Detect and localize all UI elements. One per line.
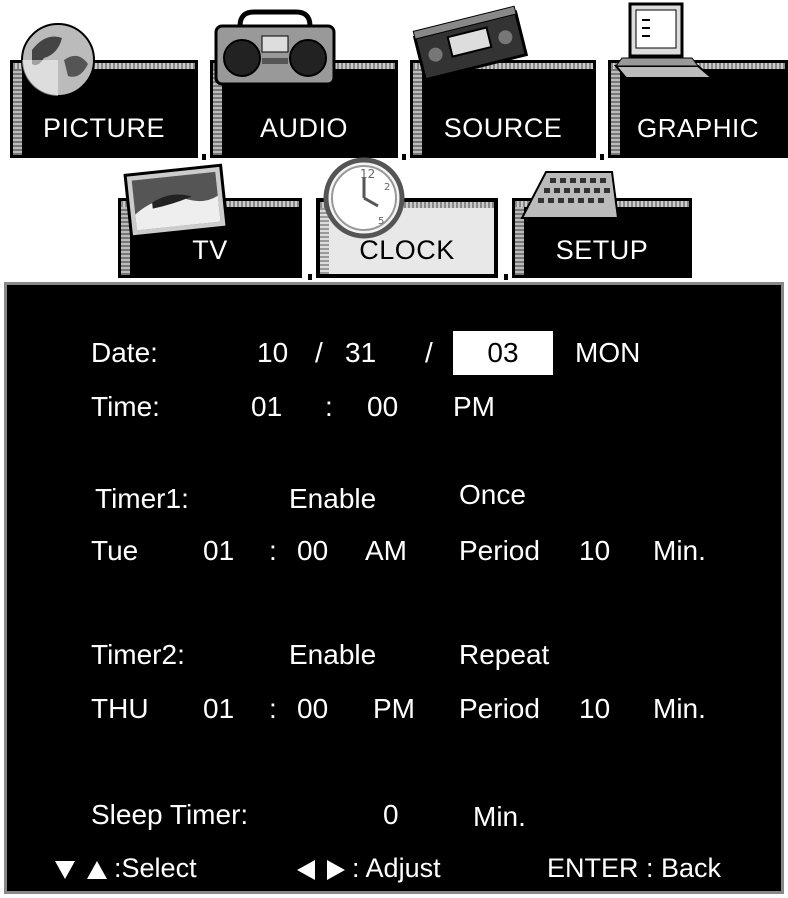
svg-text:5: 5 [378,216,384,227]
timer1-minute[interactable]: 00 [297,535,328,567]
tab-audio-label: AUDIO [259,113,348,143]
date-separator-2: / [425,337,433,368]
tab-source-label: SOURCE [443,113,563,143]
time-separator: : [325,391,333,422]
timer2-ampm[interactable]: PM [373,693,415,725]
timer2-period-value[interactable]: 10 [579,693,610,725]
right-arrow-icon [326,859,345,880]
clock-settings-panel: Date: 10 / 31 / 03 MON Time: 01 : 00 PM … [4,282,784,894]
timer1-state[interactable]: Enable [289,483,376,515]
date-month[interactable]: 10 [257,337,288,369]
footer-select-hint: :Select [55,853,197,884]
vcr-tape-icon [412,5,529,82]
up-arrow-icon [86,860,107,879]
timer2-minute[interactable]: 00 [297,693,328,725]
timer2-mode[interactable]: Repeat [459,639,549,671]
timer1-period-label: Period [459,535,540,566]
footer-adjust-text: : Adjust [352,853,441,883]
timer2-period-label: Period [459,693,540,724]
timer1-period-value[interactable]: 10 [579,535,610,567]
timer1-ampm[interactable]: AM [365,535,407,567]
tv-screen-icon [123,163,229,239]
date-day[interactable]: 31 [345,337,376,369]
sleep-timer-value[interactable]: 0 [383,799,399,831]
time-ampm[interactable]: PM [453,391,495,423]
computer-icon [613,2,715,79]
timer2-state[interactable]: Enable [289,639,376,671]
time-hour[interactable]: 01 [251,391,282,423]
date-label: Date: [91,337,158,368]
boombox-icon [214,9,336,86]
date-year-selected[interactable]: 03 [453,331,553,375]
time-minute[interactable]: 00 [367,391,398,423]
timer2-period-unit: Min. [653,693,706,724]
svg-text:12: 12 [360,167,375,181]
svg-text:2: 2 [384,182,390,193]
timer2-label: Timer2: [91,639,185,670]
tab-graphic-label: GRAPHIC [637,113,759,143]
sleep-timer-unit: Min. [473,801,526,832]
down-arrow-icon [55,860,75,879]
timer1-hour[interactable]: 01 [203,535,234,567]
timer1-mode[interactable]: Once [459,479,526,511]
timer1-day[interactable]: Tue [91,535,138,567]
timer2-day[interactable]: THU [91,693,149,725]
left-arrow-icon [297,859,315,880]
date-weekday: MON [575,337,641,368]
timer2-separator: : [269,693,277,724]
clock-icon: 12 2 5 [323,157,405,239]
footer-back-hint: ENTER : Back [547,853,722,883]
tab-setup-label: SETUP [555,235,649,265]
date-separator-1: / [315,337,323,368]
timer1-period-unit: Min. [653,535,706,566]
footer-adjust-hint: : Adjust [297,853,441,884]
sleep-timer-label: Sleep Timer: [91,799,249,830]
tab-picture-label: PICTURE [42,113,165,143]
footer-select-text: :Select [114,853,197,883]
timer1-separator: : [269,535,277,566]
keyboard-icon [520,171,620,219]
timer2-hour[interactable]: 01 [203,693,234,725]
globe-icon [21,23,95,97]
timer1-label: Timer1: [95,483,189,514]
time-label: Time: [91,391,160,422]
